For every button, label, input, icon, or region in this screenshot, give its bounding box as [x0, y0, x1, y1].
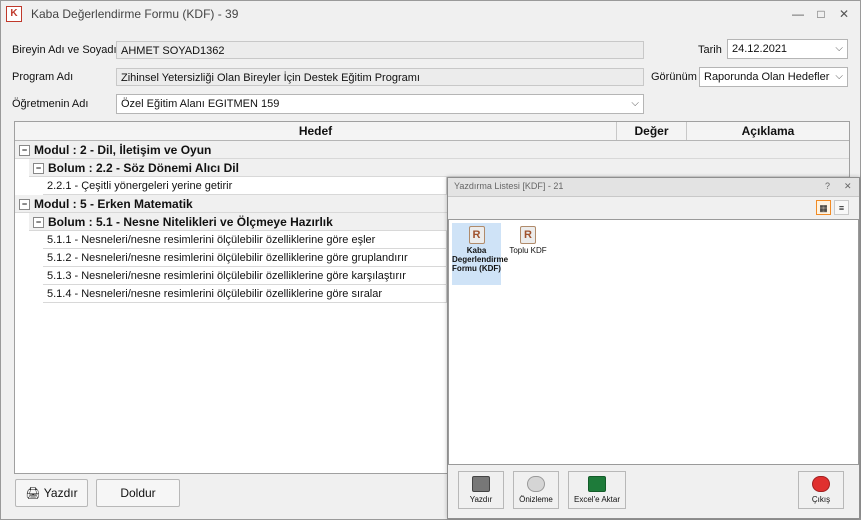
onizleme-button[interactable]: Önizleme [513, 471, 559, 509]
collapse-icon[interactable]: − [33, 163, 44, 175]
report-icon: R [520, 226, 536, 244]
report-list: R Kaba Degerlendirme Formu (KDF) R Toplu… [448, 219, 859, 465]
chevron-down-icon: ⌵ [835, 43, 843, 54]
program-field[interactable]: Zihinsel Yetersizliği Olan Bireyler İçin… [116, 68, 644, 86]
col-hedef[interactable]: Hedef [15, 122, 617, 140]
table-row[interactable]: 5.1.3 - Nesneleri/nesne resimlerini ölçü… [43, 267, 447, 285]
excel-label: Excel'e Aktar [574, 495, 620, 504]
gorunum-label: Görünüm [651, 71, 697, 83]
modul-row[interactable]: − Modul : 2 - Dil, İletişim ve Oyun [15, 141, 849, 159]
minimize-button[interactable]: — [787, 5, 809, 23]
gorunum-select[interactable]: Raporunda Olan Hedefler ⌵ [699, 67, 848, 87]
exit-icon [812, 476, 830, 492]
doldur-button[interactable]: Doldur [96, 479, 180, 507]
dialog-title: Yazdırma Listesi [KDF] - 21 [454, 181, 564, 191]
table-row[interactable]: 5.1.2 - Nesneleri/nesne resimlerini ölçü… [43, 249, 447, 267]
bireyin-label: Bireyin Adı ve Soyadı [12, 44, 117, 56]
table-row[interactable]: 2.2.1 - Çeşitli yönergeleri yerine getir… [43, 177, 447, 195]
tile-label: Toplu KDF [509, 246, 547, 255]
collapse-icon[interactable]: − [33, 217, 44, 229]
maximize-button[interactable]: □ [810, 5, 832, 23]
report-tile-kdf[interactable]: R Kaba Degerlendirme Formu (KDF) [452, 223, 509, 285]
ogretmen-value: Özel Eğitim Alanı EGITMEN 159 [121, 98, 280, 110]
table-row[interactable]: 5.1.1 - Nesneleri/nesne resimlerini ölçü… [43, 231, 447, 249]
dialog-title-bar: Yazdırma Listesi [KDF] - 21 ? ✕ [448, 178, 859, 197]
modul-label: Modul : 2 - Dil, İletişim ve Oyun [34, 143, 212, 157]
bolum-label: Bolum : 5.1 - Nesne Nitelikleri ve Ölçme… [48, 215, 333, 229]
main-window: K Kaba Değerlendirme Formu (KDF) - 39 — … [0, 0, 861, 520]
cikis-label: Çıkış [811, 495, 831, 504]
print-list-dialog: Yazdırma Listesi [KDF] - 21 ? ✕ ▦ ≡ R Ka… [447, 177, 860, 519]
tarih-label: Tarih [698, 44, 722, 56]
bolum-label: Bolum : 2.2 - Söz Dönemi Alıcı Dil [48, 161, 239, 175]
dlg-yazdir-button[interactable]: Yazdır [458, 471, 504, 509]
col-deger[interactable]: Değer [617, 122, 687, 140]
report-icon: R [468, 226, 485, 244]
printer-icon [472, 476, 490, 492]
yazdir-button[interactable]: 🖨 Yazdır [15, 479, 88, 507]
dlg-yazdir-label: Yazdır [469, 495, 493, 504]
grid-view-icon[interactable]: ▦ [816, 200, 831, 215]
window-title: Kaba Değerlendirme Formu (KDF) - 39 [31, 7, 239, 21]
collapse-icon[interactable]: − [19, 145, 30, 157]
tarih-value: 24.12.2021 [732, 43, 788, 55]
excel-export-button[interactable]: Excel'e Aktar [568, 471, 626, 509]
gorunum-value: Raporunda Olan Hedefler [704, 71, 830, 83]
cikis-button[interactable]: Çıkış [798, 471, 844, 509]
grid-header: Hedef Değer Açıklama [15, 122, 849, 141]
yazdir-label: Yazdır [43, 486, 78, 500]
col-aciklama[interactable]: Açıklama [687, 122, 849, 140]
program-label: Program Adı [12, 71, 74, 83]
chevron-down-icon: ⌵ [631, 98, 639, 109]
modul-label: Modul : 5 - Erken Matematik [34, 197, 193, 211]
ogretmen-select[interactable]: Özel Eğitim Alanı EGITMEN 159 ⌵ [116, 94, 644, 114]
bolum-row[interactable]: − Bolum : 5.1 - Nesne Nitelikleri ve Ölçm… [29, 213, 447, 231]
close-button[interactable]: ✕ [833, 5, 855, 23]
preview-icon [527, 476, 545, 492]
tile-label: Kaba Degerlendirme Formu (KDF) [452, 246, 509, 273]
printer-icon: 🖨 [25, 486, 41, 500]
collapse-icon[interactable]: − [19, 199, 30, 211]
help-icon[interactable]: ? [825, 181, 830, 191]
bireyin-field[interactable]: AHMET SOYAD1362 [116, 41, 644, 59]
chevron-down-icon: ⌵ [835, 71, 843, 82]
report-tile-toplu[interactable]: R Toplu KDF [505, 223, 551, 257]
app-logo-icon: K [6, 6, 22, 22]
modul-row[interactable]: − Modul : 5 - Erken Matematik [15, 195, 447, 213]
tarih-date-picker[interactable]: 24.12.2021 ⌵ [727, 39, 848, 59]
table-row[interactable]: 5.1.4 - Nesneleri/nesne resimlerini ölçü… [43, 285, 447, 303]
bolum-row[interactable]: − Bolum : 2.2 - Söz Dönemi Alıcı Dil [29, 159, 849, 177]
ogretmen-label: Öğretmenin Adı [12, 98, 89, 110]
onizleme-label: Önizleme [519, 495, 553, 504]
excel-icon [588, 476, 606, 492]
dialog-close-button[interactable]: ✕ [844, 181, 852, 192]
title-bar: K Kaba Değerlendirme Formu (KDF) - 39 — … [1, 1, 860, 27]
list-view-icon[interactable]: ≡ [834, 200, 849, 215]
